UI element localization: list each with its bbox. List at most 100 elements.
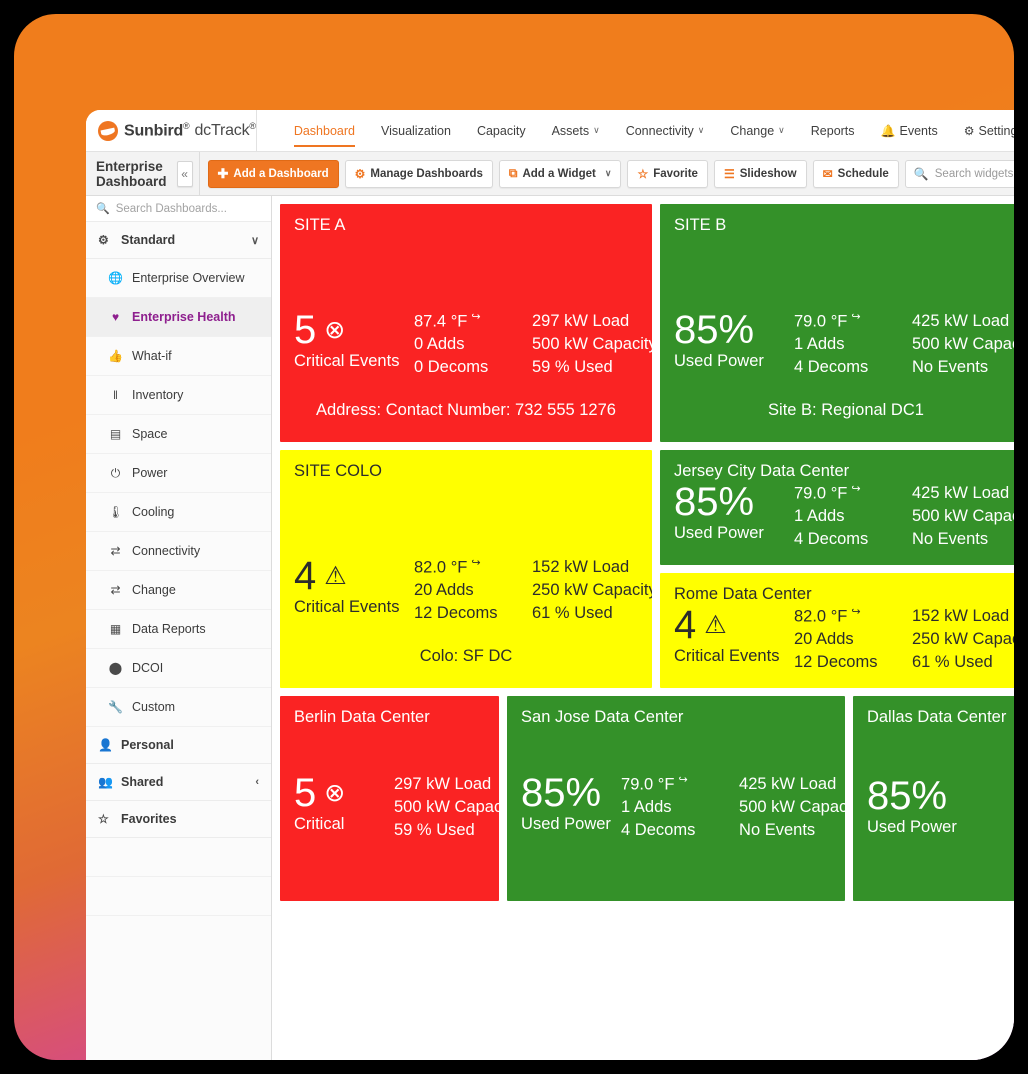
sidebar-section-favorites[interactable]: ☆ Favorites bbox=[86, 801, 271, 838]
sidebar-item-cooling[interactable]: 🌡 Cooling bbox=[86, 493, 271, 532]
collapse-sidebar-button[interactable]: « bbox=[176, 160, 193, 187]
metric-line: 79.0 °F ↪ bbox=[794, 310, 912, 333]
sidebar-section-shared[interactable]: 👥 Shared ‹ bbox=[86, 764, 271, 801]
metric-line: 152 kW Load bbox=[912, 607, 1010, 626]
metric-primary: 5 ⊗ Critical Events bbox=[294, 310, 414, 372]
dashboard-sidebar: 🔍 Search Dashboards... ⚙ Standard ∨ 🌐 Enterp… bbox=[86, 196, 272, 1060]
page-backdrop: Sunbird® dcTrack® Dashboard Visualization C… bbox=[14, 14, 1014, 1060]
widget-tile-berlin[interactable]: Berlin Data Center 5 ⊗ Critical 297 kW Load 5… bbox=[280, 696, 500, 901]
nav-item-change[interactable]: Change ∨ bbox=[717, 110, 797, 151]
widget-tile-dallas[interactable]: Dallas Data Center 85% Used Power bbox=[852, 696, 1014, 901]
metric-environment-column: 87.4 °F ↪ 0 Adds 0 Decoms bbox=[414, 310, 532, 379]
widget-footer: Colo: SF DC bbox=[419, 647, 513, 665]
widget-tile-site-a[interactable]: SITE A 5 ⊗ Critical Events 87.4 °F ↪ 0 Adds 0 D… bbox=[280, 204, 652, 442]
sidebar-item-inventory[interactable]: ‖ Inventory bbox=[86, 376, 271, 415]
metric-primary: 85% Used Power bbox=[674, 310, 794, 372]
widget-title: SITE B bbox=[674, 216, 727, 234]
widget-title: Jersey City Data Center bbox=[674, 462, 850, 480]
nav-item-visualization[interactable]: Visualization bbox=[368, 110, 464, 151]
widget-tile-site-b[interactable]: SITE B 85% Used Power 79.0 °F ↪ 1 Adds 4 Decom… bbox=[660, 204, 1014, 442]
external-link-icon[interactable]: ↪ bbox=[851, 606, 860, 618]
metric-primary-value-row: 85% bbox=[674, 482, 794, 522]
search-icon: 🔍 bbox=[96, 203, 110, 215]
metric-environment-column: 79.0 °F ↪ 1 Adds 4 Decoms bbox=[621, 773, 739, 842]
critical-circle-icon: ⊗ bbox=[324, 315, 346, 344]
external-link-icon[interactable]: ↪ bbox=[471, 311, 480, 323]
slideshow-button[interactable]: ☰ Slideshow bbox=[713, 159, 807, 188]
nav-item-reports[interactable]: Reports bbox=[798, 110, 868, 151]
add-a-dashboard-button[interactable]: ✚ Add a Dashboard bbox=[207, 159, 339, 188]
external-link-icon[interactable]: ↪ bbox=[471, 557, 480, 569]
sidebar-item-space[interactable]: ▤ Space bbox=[86, 415, 271, 454]
chevron-down-icon[interactable]: ∨ bbox=[251, 234, 259, 247]
sidebar-item-power[interactable]: ⏻ Power bbox=[86, 454, 271, 493]
main-menu: Dashboard Visualization Capacity Assets ∨ Con… bbox=[281, 110, 1014, 151]
nav-item-label: Dashboard bbox=[293, 123, 355, 138]
widget-tile-site-colo[interactable]: SITE COLO 4 ⚠ Critical Events 82.0 °F ↪ 20 Add… bbox=[280, 450, 652, 688]
barcode-icon: ‖ bbox=[113, 388, 118, 402]
brand-logo-area[interactable]: Sunbird® dcTrack® bbox=[86, 110, 257, 151]
metric-primary-value-row: 5 ⊗ bbox=[294, 310, 414, 350]
metric-line: 79.0 °F ↪ bbox=[621, 773, 739, 796]
sidebar-item-enterprise-overview[interactable]: 🌐 Enterprise Overview bbox=[86, 259, 271, 298]
favorite-button[interactable]: ☆ Favorite bbox=[627, 159, 708, 188]
schedule-button[interactable]: ✉ Schedule bbox=[812, 159, 899, 188]
bell-icon: 🔔 bbox=[880, 123, 896, 138]
button-label: Add a Dashboard bbox=[233, 167, 329, 180]
sidebar-item-enterprise-health[interactable]: ♥ Enterprise Health bbox=[86, 298, 271, 337]
metric-primary: 4 ⚠ Critical Events bbox=[294, 556, 414, 618]
metric-line: 425 kW Load bbox=[912, 312, 1010, 331]
metric-line: 87.4 °F ↪ bbox=[414, 310, 532, 333]
nav-item-dashboard[interactable]: Dashboard bbox=[281, 110, 368, 151]
metric-line-text: 0 Decoms bbox=[414, 358, 489, 377]
metric-line-text: 82.0 °F bbox=[414, 558, 468, 577]
sidebar-item-connectivity[interactable]: ⇄ Connectivity bbox=[86, 532, 271, 571]
sidebar-empty-row bbox=[86, 877, 271, 916]
metric-environment-column: 79.0 °F ↪ 1 Adds 4 Decoms bbox=[794, 310, 912, 379]
sidebar-empty-row bbox=[86, 838, 271, 877]
external-link-icon[interactable]: ↪ bbox=[851, 311, 860, 323]
manage-dashboards-button[interactable]: ⚙ Manage Dashboards bbox=[344, 159, 493, 188]
nav-item-assets[interactable]: Assets ∨ bbox=[539, 110, 613, 151]
shuffle-icon: ⇄ bbox=[110, 544, 121, 558]
metric-primary-value-row: 85% bbox=[521, 773, 621, 813]
widget-metrics: 85% Used Power 79.0 °F ↪ 1 Adds 4 Decoms 425 k… bbox=[674, 310, 1014, 379]
brand-company-reg: ® bbox=[183, 120, 190, 131]
search-dashboards-input[interactable]: 🔍 Search Dashboards... bbox=[86, 196, 271, 222]
metric-line: 0 Adds bbox=[414, 333, 532, 356]
sidebar-item-custom[interactable]: 🔧 Custom bbox=[86, 688, 271, 727]
metric-line: 82.0 °F ↪ bbox=[414, 556, 532, 579]
external-link-icon[interactable]: ↪ bbox=[851, 483, 860, 495]
nav-item-settings[interactable]: ⚙Settings∨ bbox=[951, 110, 1014, 151]
metric-line-text: 4 Decoms bbox=[794, 530, 869, 549]
sidebar-item-dcoi[interactable]: ⬤ DCOI bbox=[86, 649, 271, 688]
sidebar-item-data-reports[interactable]: ▦ Data Reports bbox=[86, 610, 271, 649]
chevron-left-icon[interactable]: ‹ bbox=[255, 776, 259, 788]
widget-tile-rome[interactable]: Rome Data Center 4 ⚠ Critical Events 82.0 °F… bbox=[660, 573, 1014, 688]
widget-metrics: 4 ⚠ Critical Events 82.0 °F ↪ 20 Adds 12 Decom… bbox=[294, 556, 652, 625]
sidebar-item-change[interactable]: ⇄ Change bbox=[86, 571, 271, 610]
sidebar-section-personal[interactable]: 👤 Personal bbox=[86, 727, 271, 764]
widget-search-box[interactable]: 🔍 bbox=[904, 159, 1014, 188]
sidebar-group-standard[interactable]: ⚙ Standard ∨ bbox=[86, 222, 271, 259]
button-label: Slideshow bbox=[739, 167, 797, 180]
widget-tile-san-jose[interactable]: San Jose Data Center 85% Used Power 79.0 °F… bbox=[507, 696, 845, 901]
nav-item-connectivity[interactable]: Connectivity ∨ bbox=[613, 110, 718, 151]
add-a-widget-button[interactable]: ⧉ Add a Widget ∨ bbox=[498, 159, 622, 188]
metric-power-column: 152 kW Load 250 kW Capacity 61 % Used bbox=[912, 605, 1014, 673]
metric-primary-value-row: 4 ⚠ bbox=[674, 605, 794, 645]
metric-primary: 85% Used Power bbox=[674, 482, 794, 544]
metric-primary-label: Critical Events bbox=[294, 352, 400, 371]
sidebar-item-what-if[interactable]: 👍 What-if bbox=[86, 337, 271, 376]
metric-primary: 85% Used Power bbox=[521, 773, 621, 835]
metric-primary-value: 5 bbox=[294, 771, 317, 816]
search-widgets-input[interactable] bbox=[934, 167, 1014, 180]
widget-tile-jersey-city[interactable]: Jersey City Data Center 85% Used Power 79.0… bbox=[660, 450, 1014, 565]
external-link-icon[interactable]: ↪ bbox=[678, 774, 687, 786]
metric-power-column: 425 kW Load 500 kW Capacity No Events bbox=[912, 482, 1014, 550]
metric-line-text: 12 Decoms bbox=[414, 604, 498, 623]
nav-item-events[interactable]: 🔔 Events bbox=[868, 110, 951, 151]
metric-primary-value: 4 bbox=[674, 603, 697, 648]
nav-item-capacity[interactable]: Capacity bbox=[464, 110, 539, 151]
widget-title: SITE COLO bbox=[294, 462, 383, 480]
